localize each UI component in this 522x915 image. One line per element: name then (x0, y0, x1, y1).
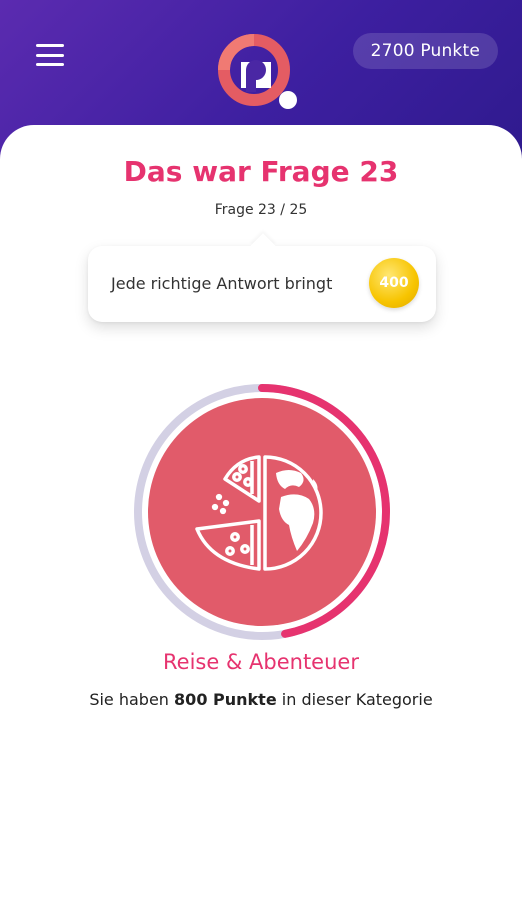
hamburger-menu-icon[interactable] (36, 44, 64, 66)
total-points-badge[interactable]: 2700 Punkte (352, 33, 498, 69)
page-title: Das war Frage 23 (123, 155, 399, 188)
category-disc (148, 398, 376, 626)
reward-tooltip: Jede richtige Antwort bringt 400 (88, 246, 436, 322)
category-points: Sie haben 800 Punkte in dieser Kategorie (0, 690, 522, 709)
category-progress-ring (134, 384, 390, 640)
menu-line (36, 44, 64, 47)
coin-badge: 400 (369, 258, 419, 308)
menu-line (36, 53, 64, 57)
reward-text: Jede richtige Antwort bringt (111, 274, 333, 293)
points-value: 800 Punkte (174, 690, 277, 709)
question-progress: Frage 23 / 25 (214, 202, 308, 218)
points-prefix: Sie haben (89, 690, 169, 709)
quiz-logo-icon (218, 34, 297, 109)
category-name: Reise & Abenteuer (163, 650, 359, 674)
menu-line (36, 63, 64, 66)
points-suffix: in dieser Kategorie (281, 690, 433, 709)
